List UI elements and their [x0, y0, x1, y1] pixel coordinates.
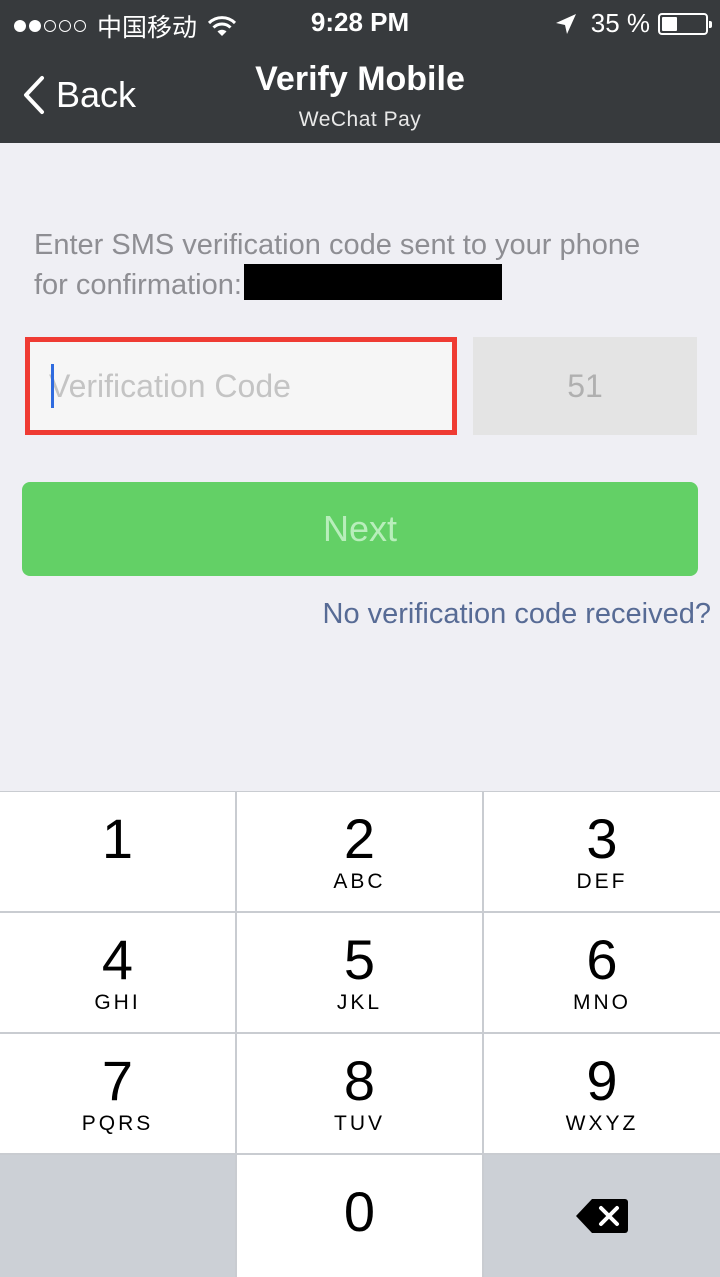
numeric-keypad: 1 2 ABC 3 DEF 4 GHI 5 JKL 6 MNO 7 PQRS 8 — [0, 791, 720, 1277]
key-number: 2 — [343, 807, 376, 870]
verification-code-box[interactable] — [25, 337, 457, 435]
verification-form: Enter SMS verification code sent to your… — [0, 143, 720, 791]
screen: 中国移动 9:28 PM 35 % Back Verify Mobile WeC… — [0, 0, 720, 1277]
key-number: 7 — [101, 1049, 134, 1112]
key-number: 1 — [101, 807, 134, 870]
key-letters: DEF — [576, 870, 628, 893]
key-number: 9 — [586, 1049, 618, 1112]
status-bar: 中国移动 9:28 PM 35 % — [0, 0, 720, 46]
battery-icon — [658, 12, 712, 35]
key-number: 5 — [343, 928, 376, 991]
key-number: 4 — [101, 928, 134, 991]
key-letters: GHI — [94, 991, 141, 1014]
page-subtitle: WeChat Pay — [298, 108, 422, 131]
key-2[interactable]: 2 ABC — [237, 792, 482, 911]
top-bar: 中国移动 9:28 PM 35 % Back Verify Mobile WeC… — [0, 0, 720, 143]
location-arrow-icon — [555, 13, 576, 34]
key-letters: JKL — [336, 991, 383, 1014]
blank-key — [0, 1155, 235, 1277]
resend-countdown: 51 — [473, 337, 697, 435]
key-6[interactable]: 6 MNO — [484, 913, 720, 1032]
no-code-received-link[interactable]: No verification code received? — [323, 598, 711, 631]
battery-fill — [662, 16, 677, 31]
status-right: 35 % — [555, 8, 712, 39]
redacted-phone-number — [243, 264, 502, 300]
key-4[interactable]: 4 GHI — [0, 913, 235, 1032]
backspace-key[interactable] — [484, 1155, 720, 1277]
key-letters: MNO — [573, 991, 631, 1014]
key-letters: TUV — [334, 1112, 385, 1135]
battery-percent: 35 % — [590, 8, 650, 38]
key-3[interactable]: 3 DEF — [484, 792, 720, 911]
battery-nub — [709, 20, 712, 28]
key-number: 0 — [343, 1180, 376, 1243]
key-number: 6 — [586, 928, 618, 991]
key-number: 8 — [343, 1049, 376, 1112]
instruction-text: Enter SMS verification code sent to your… — [34, 227, 674, 304]
key-5[interactable]: 5 JKL — [237, 913, 482, 1032]
navigation-bar: Back Verify Mobile WeChat Pay — [0, 46, 720, 143]
key-number: 3 — [586, 807, 618, 870]
key-letters: ABC — [333, 870, 386, 893]
backspace-icon — [576, 1199, 628, 1233]
verification-code-input[interactable] — [49, 364, 439, 408]
next-button[interactable]: Next — [22, 482, 698, 576]
key-letters: WXYZ — [565, 1112, 639, 1135]
key-8[interactable]: 8 TUV — [237, 1034, 482, 1153]
text-cursor — [51, 364, 54, 408]
key-letters: PQRS — [81, 1112, 154, 1135]
key-9[interactable]: 9 WXYZ — [484, 1034, 720, 1153]
key-7[interactable]: 7 PQRS — [0, 1034, 235, 1153]
page-title: Verify Mobile — [255, 60, 465, 98]
key-1[interactable]: 1 — [0, 792, 235, 911]
key-0[interactable]: 0 — [237, 1155, 482, 1277]
